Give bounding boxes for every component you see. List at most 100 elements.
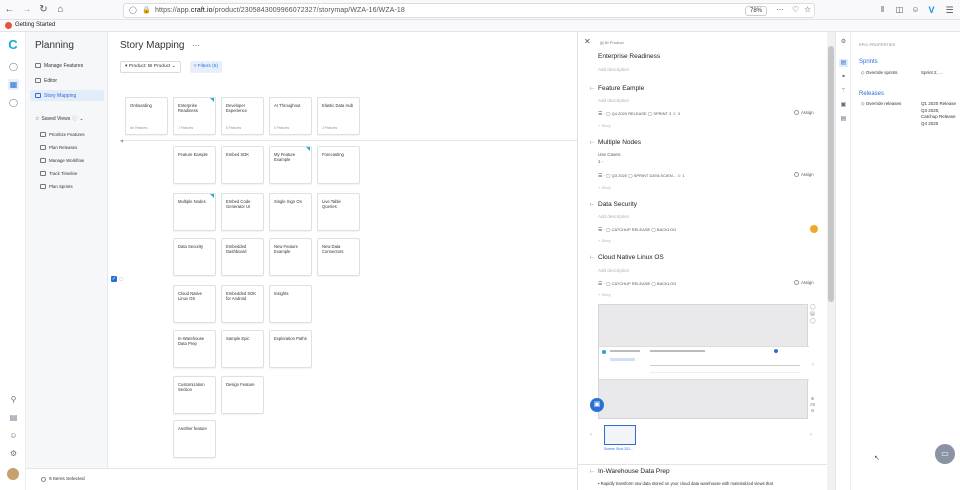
feature-card[interactable]: Data Security <box>173 238 216 276</box>
add-story-button[interactable]: + Story <box>598 185 611 190</box>
releases-values[interactable]: Q1 2020 Release Q3 2020, Catchup Release… <box>921 101 956 127</box>
chat-icon[interactable]: ▤ <box>8 412 19 423</box>
sidebar-item-manage-features[interactable]: Manage Features <box>35 63 83 70</box>
feature-title[interactable]: In-Warehouse Data Prep <box>598 468 670 475</box>
feature-card[interactable]: My Feature Example <box>269 146 312 184</box>
sidebar-item-story-mapping[interactable]: Story Mapping <box>35 93 76 100</box>
document-icon[interactable]: ▤ <box>839 115 848 123</box>
close-icon[interactable]: ✕ <box>584 37 591 46</box>
forward-icon[interactable]: → <box>20 4 33 16</box>
attachment-thumbnail[interactable] <box>604 425 636 445</box>
feature-title[interactable]: Multiple Nodes <box>598 139 641 146</box>
feature-card[interactable]: New Feature Example <box>269 238 312 276</box>
override-releases-toggle[interactable]: ◇ Override releases <box>861 101 901 107</box>
add-story-button[interactable]: + Story <box>598 292 611 297</box>
assign-button[interactable]: Assign <box>794 172 814 177</box>
feature-card[interactable]: Embedded SDK for Android <box>221 285 264 323</box>
download-icon[interactable]: ◯ <box>810 304 816 311</box>
add-story-button[interactable]: + Story <box>598 123 611 128</box>
filters-button[interactable]: ▿ Filters (5) <box>190 61 223 73</box>
saved-view-prioritize[interactable]: Prioritize Features <box>40 131 85 138</box>
saved-view-releases[interactable]: Plan Releases <box>40 144 77 151</box>
feature-card[interactable]: Sample Epic <box>221 330 264 368</box>
prev-thumb-icon[interactable]: ‹ <box>590 432 592 438</box>
epic-card[interactable]: Elastic Data Hub 3 Features <box>317 97 360 135</box>
bookmark-getting-started[interactable]: Getting Started <box>15 22 55 28</box>
row-handle-icon[interactable]: ◯ <box>119 276 123 281</box>
feature-description[interactable]: Use Cases: <box>598 152 621 157</box>
feature-card[interactable]: Forecasting <box>317 146 360 184</box>
feature-card[interactable]: Feature Eample <box>173 146 216 184</box>
back-icon[interactable]: ← <box>3 4 16 16</box>
extension-icon[interactable]: V <box>925 4 938 16</box>
release-tag[interactable]: Q3 2020 <box>612 173 627 178</box>
collapse-icon[interactable]: ⊢ <box>590 255 594 261</box>
feature-card[interactable]: Multiple Nodes <box>173 193 216 231</box>
hierarchy-icon[interactable]: ⚚ <box>839 87 848 95</box>
product-dropdown[interactable]: ▾ Product: BI Product ⌄ <box>120 61 181 73</box>
saved-view-sprints[interactable]: Plan Sprints <box>40 183 73 190</box>
epic-title[interactable]: Enterprise Readiness <box>598 53 660 60</box>
saved-view-timeline[interactable]: Track Timeline <box>40 170 77 177</box>
collapse-icon[interactable]: ⊢ <box>590 469 594 475</box>
feature-card[interactable]: Exploration Paths <box>269 330 312 368</box>
integrations-icon[interactable]: ⚙ <box>8 448 19 459</box>
link-icon[interactable]: ⚭ <box>839 73 848 81</box>
feature-card[interactable]: New Data Connectors <box>317 238 360 276</box>
delete-icon[interactable]: ◯ <box>810 318 816 325</box>
zoom-level[interactable]: 78% <box>745 6 767 16</box>
roadmap-icon[interactable]: ◯ <box>8 97 19 108</box>
release-handle-icon[interactable]: ◀ <box>120 138 123 143</box>
image-icon[interactable]: ▣ <box>839 101 848 109</box>
account-icon[interactable]: ☺ <box>909 4 922 16</box>
feature-card[interactable]: Another feature <box>173 420 216 458</box>
sidebar-icon[interactable]: ◫ <box>893 4 906 16</box>
scrollbar-thumb[interactable] <box>828 46 834 302</box>
attachment-preview[interactable] <box>598 304 809 419</box>
select-all-checkbox[interactable]: ✓ <box>111 276 117 282</box>
team-icon[interactable]: ☺ <box>8 430 19 441</box>
settings-icon[interactable]: ⚙ <box>839 38 848 46</box>
epic-card[interactable]: Enterprise Readiness 7 Features <box>173 97 216 135</box>
feature-description[interactable]: Add description <box>598 214 629 219</box>
planning-icon[interactable]: ▦ <box>8 79 19 90</box>
epic-description[interactable]: Add description <box>598 67 629 72</box>
next-thumb-icon[interactable]: › <box>810 432 812 438</box>
feature-card[interactable]: Design Feature <box>221 376 264 414</box>
feature-card[interactable]: In-Warehouse Data Prep <box>173 330 216 368</box>
feature-card[interactable]: Embed Code Generator UI <box>221 193 264 231</box>
collapse-icon[interactable]: ⊢ <box>590 202 594 208</box>
assign-button[interactable]: Assign <box>794 110 814 115</box>
craft-logo[interactable]: C <box>6 38 20 52</box>
saved-view-workflow[interactable]: Manage Workflow <box>40 157 84 164</box>
breadcrumb[interactable]: ▤ BI Product <box>600 40 624 45</box>
collapse-icon[interactable]: ⊢ <box>590 140 594 146</box>
sprint-tag[interactable]: SPRINT 3 <box>653 111 671 116</box>
saved-views-header[interactable]: ☆ Saved Views ⓘ ⌄ <box>35 116 84 123</box>
override-sprints-toggle[interactable]: ◇ Override sprints <box>861 70 897 76</box>
next-image-icon[interactable]: › <box>812 362 814 368</box>
feature-card[interactable]: Cloud Native Linux OS <box>173 285 216 323</box>
feature-card[interactable]: Live Table Queries <box>317 193 360 231</box>
epic-card[interactable]: Onboarding No Features <box>125 97 168 135</box>
thumbnail-caption[interactable]: Screen Shot 202... <box>604 447 633 451</box>
feature-description[interactable]: Add description <box>598 98 629 103</box>
collapse-icon[interactable]: ⊢ <box>590 86 594 92</box>
feature-card[interactable]: Insights <box>269 285 312 323</box>
assign-button[interactable]: Assign <box>794 280 814 285</box>
assignee-avatar[interactable] <box>810 225 818 233</box>
release-tag[interactable]: Q4 2020 RELEASE <box>612 111 647 116</box>
zoom-out-icon[interactable]: ⊖ <box>810 408 815 414</box>
release-tag[interactable]: CATCHUP RELEASE <box>612 281 651 286</box>
sprint-tag[interactable]: BACKLOG <box>657 281 676 286</box>
pocket-icon[interactable]: ♡ <box>792 5 799 14</box>
inbox-icon[interactable]: ◯ <box>8 61 19 72</box>
feature-description[interactable]: Add description <box>598 268 629 273</box>
feature-card[interactable]: Embed SDK <box>221 146 264 184</box>
star-icon[interactable]: ☆ <box>804 5 811 14</box>
more-icon[interactable]: ··· <box>776 5 784 14</box>
feature-title[interactable]: Data Security <box>598 201 637 208</box>
feature-card[interactable]: Embedded Dashboard <box>221 238 264 276</box>
detail-scrollbar[interactable] <box>827 32 835 490</box>
add-story-button[interactable]: + Story <box>598 238 611 243</box>
